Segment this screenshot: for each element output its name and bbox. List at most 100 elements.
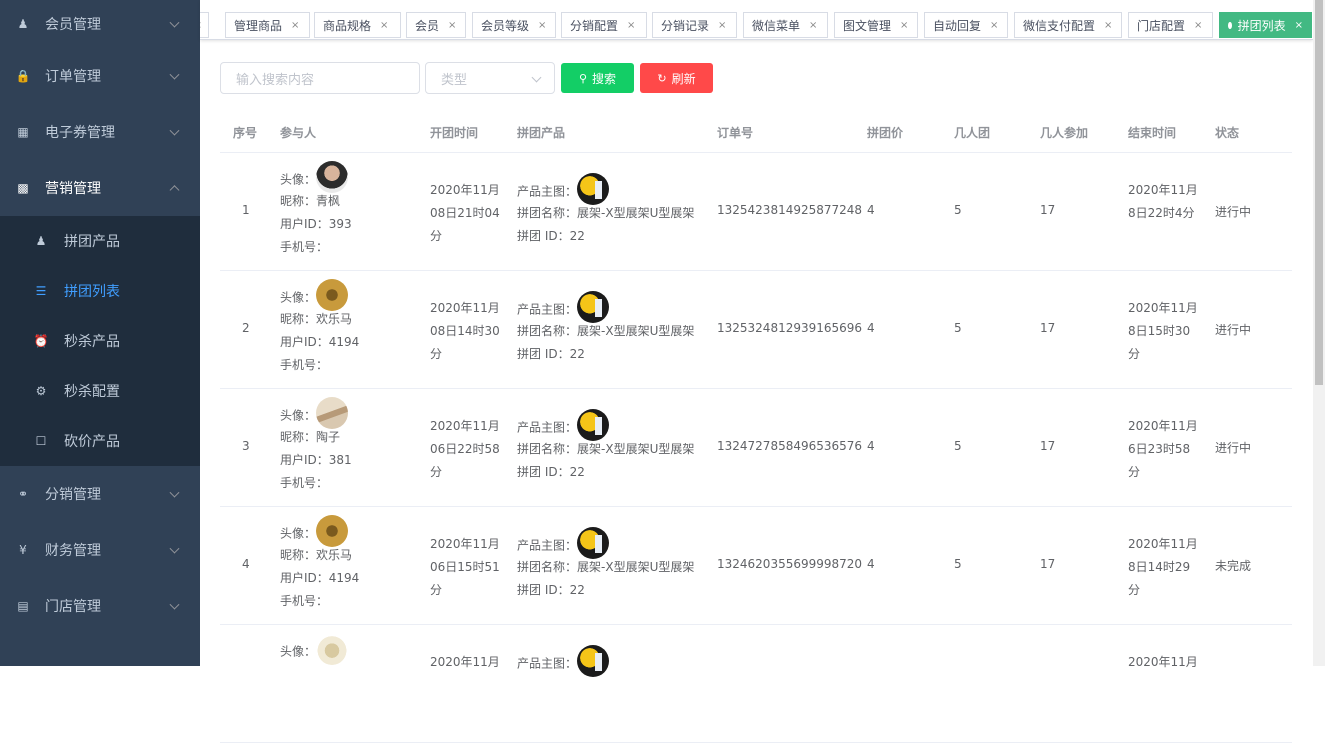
tab-item[interactable]: 图文管理 × — [834, 12, 918, 38]
close-icon[interactable]: × — [1194, 20, 1202, 31]
close-icon[interactable]: × — [900, 20, 908, 31]
store-icon: ▤ — [17, 599, 29, 613]
group-id-value: 22 — [569, 583, 585, 597]
tab-item[interactable]: 分销配置 × — [561, 12, 647, 38]
sidebar-subitem-flash-config[interactable]: ⚙ 秒杀配置 — [0, 366, 200, 416]
end-time-cell: 2020年11月 8日14时29 分 — [1128, 533, 1198, 602]
close-icon[interactable]: × — [538, 20, 546, 31]
tab-item[interactable]: 门店配置 × — [1128, 12, 1213, 38]
search-button[interactable]: ⚲ 搜索 — [561, 63, 634, 93]
tab-item[interactable]: 自动回复 × — [924, 12, 1008, 38]
tab-item[interactable]: 微信菜单 × — [743, 12, 828, 38]
tab-item[interactable]: 管理商品 × — [225, 12, 310, 38]
sidebar-item-order[interactable]: 🔒 订单管理 — [0, 48, 200, 104]
avatar — [316, 397, 349, 429]
avatar-label: 头像： — [280, 408, 317, 423]
avatar — [316, 161, 349, 193]
start-time-cell: 2020年11月 08日21时04 分 — [430, 179, 500, 248]
sidebar-item-store[interactable]: ▤ 门店管理 — [0, 578, 200, 634]
vertical-scrollbar[interactable] — [1313, 0, 1325, 666]
close-icon[interactable]: × — [291, 20, 299, 31]
user-id-label: 用户ID： — [280, 335, 329, 349]
close-icon[interactable]: × — [990, 20, 998, 31]
close-icon[interactable]: × — [380, 20, 388, 31]
close-icon[interactable]: × — [448, 20, 456, 31]
avatar-label: 头像： — [280, 172, 317, 187]
close-icon[interactable]: × — [718, 20, 726, 31]
search-button-label: 搜索 — [592, 71, 617, 86]
start-time-line: 2020年11月 — [430, 537, 500, 551]
refresh-button-label: 刷新 — [671, 71, 696, 86]
close-icon[interactable]: × — [1295, 20, 1303, 31]
nickname-value: 欢乐马 — [316, 312, 353, 326]
product-cell: 产品主图： — [517, 645, 610, 677]
sidebar-item-member[interactable]: ♟ 会员管理 — [0, 0, 200, 48]
sidebar-item-marketing[interactable]: ▩ 营销管理 — [0, 160, 200, 216]
start-time-line: 08日14时30 — [430, 324, 500, 338]
tab-item[interactable]: 会员等级 × — [472, 12, 556, 38]
end-time-line: 2020年11月 — [1128, 183, 1198, 197]
close-icon[interactable]: × — [1104, 20, 1112, 31]
sidebar-subitem-group-list[interactable]: ☰ 拼团列表 — [0, 266, 200, 316]
close-icon[interactable]: × — [809, 20, 817, 31]
status-text: 进行中 — [1215, 323, 1252, 337]
sidebar-subitem-bargain-product[interactable]: ☐ 砍价产品 — [0, 416, 200, 466]
tab-item[interactable]: 会员 × — [406, 12, 466, 38]
tab-hidden-partial[interactable]: × — [200, 12, 209, 38]
product-img-label: 产品主图： — [517, 184, 578, 199]
tab-item[interactable]: 商品规格 × — [314, 12, 401, 38]
order-number: 1325324812939165696 — [717, 321, 863, 335]
coupon-icon: ▦ — [17, 125, 29, 139]
table-row[interactable]: 4 头像： 昵称：欢乐马 用户ID：4194 手机号： 2020年11月 06日… — [220, 507, 1292, 625]
product-name-label: 拼团名称： — [517, 442, 578, 456]
col-header: 参与人 — [280, 126, 317, 140]
table-row[interactable]: 头像： 2020年11月 产品主图： 2020年11月 — [220, 625, 1292, 743]
group-price: 4 — [867, 203, 875, 217]
refresh-button[interactable]: ↻ 刷新 — [640, 63, 713, 93]
search-input[interactable]: 输入搜索内容 — [220, 62, 420, 94]
group-id-label: 拼团 ID： — [517, 583, 570, 597]
close-icon[interactable]: × — [200, 20, 202, 31]
type-select[interactable]: 类型 — [425, 62, 555, 94]
product-thumbnail — [577, 173, 610, 205]
yen-icon: ¥ — [19, 543, 27, 557]
scrollbar-thumb[interactable] — [1315, 0, 1323, 385]
close-icon[interactable]: × — [627, 20, 635, 31]
product-img-label: 产品主图： — [517, 538, 578, 553]
col-header: 几人参加 — [1040, 126, 1089, 140]
table-row[interactable]: 3 头像： 昵称：陶子 用户ID：381 手机号： 2020年11月 06日22… — [220, 389, 1292, 507]
avatar-label: 头像： — [280, 644, 317, 659]
nickname-label: 昵称： — [280, 548, 317, 562]
start-time-line: 2020年11月 — [430, 655, 500, 669]
start-time-cell: 2020年11月 06日15时51 分 — [430, 533, 500, 602]
group-size: 5 — [954, 557, 962, 571]
product-thumbnail — [577, 645, 610, 677]
sidebar-item-coupon[interactable]: ▦ 电子券管理 — [0, 104, 200, 160]
product-cell: 产品主图： 拼团名称：展架-X型展架U型展架 拼团 ID：22 — [517, 173, 694, 248]
phone-label: 手机号： — [280, 240, 329, 254]
product-thumbnail — [577, 527, 610, 559]
tab-group-list-active[interactable]: 拼团列表 × — [1219, 12, 1312, 38]
start-time-line: 2020年11月 — [430, 419, 500, 433]
user-id-value: 381 — [328, 453, 352, 467]
phone-label: 手机号： — [280, 358, 329, 372]
sidebar-subitem-group-product[interactable]: ♟ 拼团产品 — [0, 216, 200, 266]
table-header: 序号 参与人 开团时间 拼团产品 订单号 拼团价 几人团 几人参加 结束时间 状… — [220, 111, 1292, 153]
tab-label: 分销配置 — [570, 18, 619, 33]
sidebar-item-finance[interactable]: ¥ 财务管理 — [0, 522, 200, 578]
end-time-line: 2020年11月 — [1128, 537, 1198, 551]
sidebar-subitem-flash-product[interactable]: ⏰ 秒杀产品 — [0, 316, 200, 366]
user-id-label: 用户ID： — [280, 453, 329, 467]
group-id-label: 拼团 ID： — [517, 465, 570, 479]
end-time-line: 2020年11月 — [1128, 419, 1198, 433]
sidebar-item-distribution[interactable]: ⚭ 分销管理 — [0, 466, 200, 522]
table-row[interactable]: 2 头像： 昵称：欢乐马 用户ID：4194 手机号： 2020年11月 08日… — [220, 271, 1292, 389]
user-id-label: 用户ID： — [280, 217, 329, 231]
end-time-cell: 2020年11月 — [1128, 651, 1198, 674]
product-name-label: 拼团名称： — [517, 206, 578, 220]
col-header: 拼团产品 — [517, 126, 566, 140]
table-row[interactable]: 1 头像： 昵称：青枫 用户ID：393 手机号： 2020年11月 08日21… — [220, 153, 1292, 271]
search-placeholder: 输入搜索内容 — [236, 72, 315, 88]
tab-item[interactable]: 分销记录 × — [652, 12, 737, 38]
tab-item[interactable]: 微信支付配置 × — [1014, 12, 1122, 38]
